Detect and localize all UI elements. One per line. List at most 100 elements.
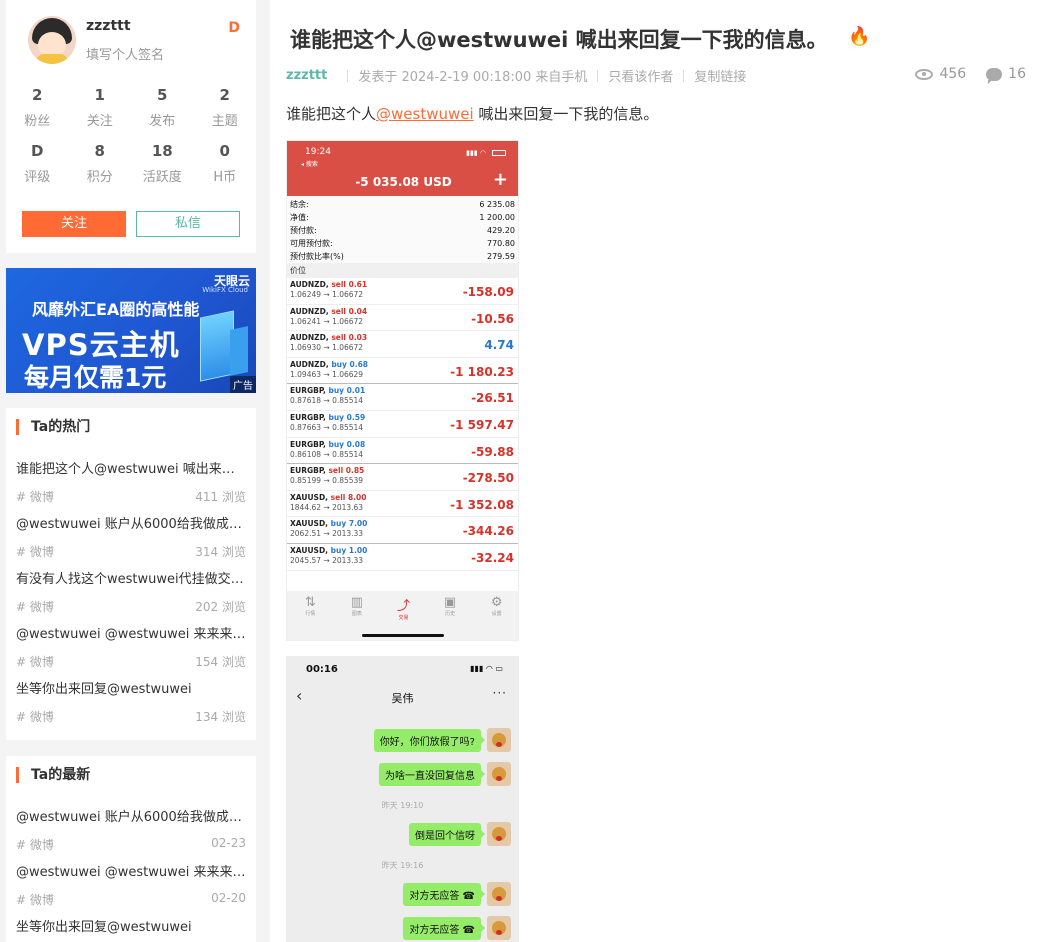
trade-tabbar: ⇅ 行情 ▥ 图表 ⤴ 交易 ▣ 历史 ⚙ 设置	[287, 591, 518, 640]
list-item[interactable]: @westwuwei @westwuwei 来来来来来 # 微博 154 浏览	[16, 623, 246, 670]
stat-hcoin: 0 H币	[213, 142, 237, 185]
profit-loss: -1 597.47	[450, 417, 514, 432]
chat-avatar	[487, 822, 511, 846]
hot-posts-card: Ta的热门 谁能把这个人@westwuwei 喊出来回复一下我的信息。# 微博4…	[6, 408, 256, 740]
stat-topics[interactable]: 2 主题	[194, 86, 257, 129]
stat-posts[interactable]: 5 发布	[131, 86, 194, 129]
chat-timestamp: 昨天 19:16	[381, 861, 424, 870]
home-indicator	[362, 634, 444, 637]
positions-list: AUDNZD, sell 0.61 1.06249 → 1.06672 -158.0…	[287, 278, 518, 571]
follow-button[interactable]: 关注	[22, 211, 126, 237]
profit-loss: -1 180.23	[450, 364, 514, 379]
mention-link[interactable]: @westwuwei	[376, 105, 474, 123]
profit-loss: -32.24	[471, 550, 514, 565]
stat-fans[interactable]: 2 粉丝	[6, 86, 69, 129]
profile-card: zzzttt 填写个人签名 D 2 粉丝 1 关注 5 发布 2 主题 D 评级 8 积分 …	[6, 0, 256, 253]
chat-timestamp: 昨天 19:10	[381, 801, 424, 810]
post-main: 谁能把这个人@westwuwei 喊出来回复一下我的信息。 🔥 zzzttt 发…	[270, 0, 1060, 942]
latest-posts-card: Ta的最新 @westwuwei 账户从6000给我做成负5000。# 微博02…	[6, 756, 256, 942]
position-row: EURGBP, buy 0.08 0.86108 → 0.85514 -59.88	[287, 438, 518, 465]
ad-brand-sub: WikiFX Cloud	[202, 286, 248, 294]
profit-loss: -10.56	[471, 311, 514, 326]
position-row: XAUUSD, sell 8.00 1844.62 → 2013.63 -1 352…	[287, 491, 518, 518]
tab-quotes: ⇅ 行情	[304, 595, 316, 617]
section-title: Ta的热门	[16, 419, 90, 435]
position-row: AUDNZD, buy 0.68 1.09463 → 1.06629 -1 180.…	[287, 358, 518, 385]
position-row: EURGBP, buy 0.01 0.87618 → 0.85514 -26.51	[287, 384, 518, 411]
fire-icon: 🔥	[848, 26, 871, 47]
ad-price: 每月仅需1元	[24, 363, 167, 392]
profit-loss: -158.09	[462, 285, 514, 299]
profit-loss: -1 352.08	[450, 497, 514, 512]
eye-icon	[915, 68, 934, 80]
chat-contact: 吴伟	[391, 692, 414, 705]
post-meta: zzzttt 发表于 2024-2-19 00:18:00 来自手机 只看该作者…	[286, 66, 746, 85]
ad-headline: 风靡外汇EA圈的高性能	[32, 300, 200, 319]
server-icon	[200, 310, 234, 382]
plus-icon: +	[492, 169, 508, 190]
stats-row: D 评级 8 积分 18 活跃度 0 H币	[6, 142, 256, 185]
more-icon: ···	[492, 686, 507, 700]
profit-loss: -59.88	[471, 444, 514, 459]
page: zzzttt 填写个人签名 D 2 粉丝 1 关注 5 发布 2 主题 D 评级 8 积分 …	[0, 0, 1060, 942]
chat-message: 对方无应答 ☎	[403, 916, 511, 940]
position-row: AUDNZD, sell 0.04 1.06241 → 1.06672 -10.56	[287, 305, 518, 332]
stat-rating: D 评级	[24, 142, 51, 185]
view-count: 456	[939, 66, 967, 82]
list-item[interactable]: 坐等你出来回复@westwuwei	[16, 916, 246, 935]
ad-tag: 广告	[230, 376, 256, 393]
profit-loss: -344.26	[462, 524, 514, 539]
server-icon	[230, 326, 248, 376]
trading-screenshot[interactable]: 19:24 ◂ 搜索 ▮▮▮ ◠ -5 035.08 USD + 结余: 6 23…	[286, 140, 519, 641]
list-item[interactable]: @westwuwei 账户从6000给我做成负5000。# 微博02-23	[16, 806, 246, 853]
trade-header: 19:24 ◂ 搜索 ▮▮▮ ◠ -5 035.08 USD +	[287, 141, 518, 196]
profit-loss: -278.50	[462, 471, 514, 486]
position-row: AUDNZD, sell 0.03 1.06930 → 1.06672 4.74	[287, 331, 518, 358]
tab-settings: ⚙ 设置	[490, 595, 503, 617]
list-item[interactable]: 有没有人找这个westwuwei代挂做交易的？ # 微博 202 浏览	[16, 568, 246, 615]
battery-icon	[492, 150, 506, 156]
position-row: XAUUSD, buy 1.00 2045.57 → 2013.33 -32.24	[287, 544, 518, 571]
post-counters: 456 16	[915, 66, 1026, 84]
post-body: 谁能把这个人@westwuwei 喊出来回复一下我的信息。	[286, 105, 659, 123]
chat-avatar	[487, 762, 511, 786]
stats-row: 2 粉丝 1 关注 5 发布 2 主题	[6, 86, 256, 129]
ad-banner[interactable]: 天眼云 WikiFX Cloud 风靡外汇EA圈的高性能 VPS云主机 每月仅需…	[6, 268, 256, 393]
profit-loss: 4.74	[484, 338, 514, 353]
account-summary: 结余: 6 235.08 净值: 1 200.00 预付款: 429.20 可用预付款…	[287, 196, 518, 263]
trade-balance: -5 035.08 USD	[355, 175, 452, 189]
chat-message: 对方无应答 ☎	[403, 882, 511, 906]
section-title: Ta的最新	[16, 767, 90, 783]
profit-loss: -26.51	[471, 391, 514, 406]
comment-count: 16	[1008, 66, 1026, 82]
chat-message: 倒是回个信呀	[409, 822, 511, 846]
post-author[interactable]: zzzttt	[286, 68, 327, 83]
list-item[interactable]: 谁能把这个人@westwuwei 喊出来回复一下我的信息。# 微博411 浏览	[16, 458, 246, 505]
position-row: EURGBP, buy 0.59 0.87663 → 0.85514 -1 597.…	[287, 411, 518, 438]
signal-icon: ▮▮▮ ◠	[466, 149, 486, 157]
user-avatar[interactable]	[28, 16, 76, 64]
post-date: 发表于 2024-2-19 00:18:00 来自手机	[358, 70, 588, 85]
chat-avatar	[487, 882, 511, 906]
chat-message: 你好，你们放假了吗?	[373, 728, 511, 752]
chat-avatar	[487, 916, 511, 940]
position-row: AUDNZD, sell 0.61 1.06249 → 1.06672 -158.0…	[287, 278, 518, 305]
position-row: XAUUSD, buy 7.00 2062.51 → 2013.33 -344.26	[287, 517, 518, 544]
stat-points: 8 积分	[86, 142, 113, 185]
chat-avatar	[487, 728, 511, 752]
stat-activity: 18 活跃度	[142, 142, 182, 185]
username[interactable]: zzzttt	[86, 18, 131, 34]
list-item[interactable]: @westwuwei @westwuwei 来来来来来 # 微博 02-20	[16, 861, 246, 908]
position-row: EURGBP, sell 0.85 0.85199 → 0.85539 -278.5…	[287, 464, 518, 491]
copy-link[interactable]: 复制链接	[694, 66, 746, 85]
message-button[interactable]: 私信	[136, 211, 240, 237]
list-item[interactable]: @westwuwei 账户从6000给我做成负5000。# 微博314 浏览	[16, 513, 246, 560]
chat-screenshot[interactable]: 00:16 ▮▮▮ ◠ ▭ ‹ 吴伟 ··· 昨天 19:10 昨天 19:16 你…	[286, 656, 519, 942]
only-author-link[interactable]: 只看该作者	[608, 66, 673, 85]
stat-following[interactable]: 1 关注	[69, 86, 132, 129]
comment-icon[interactable]	[986, 67, 1003, 84]
user-signature: 填写个人签名	[86, 48, 165, 63]
chat-message: 为啥一直没回复信息	[379, 762, 511, 786]
list-item[interactable]: 坐等你出来回复@westwuwei # 微博 134 浏览	[16, 678, 246, 725]
post-title: 谁能把这个人@westwuwei 喊出来回复一下我的信息。	[290, 28, 828, 52]
